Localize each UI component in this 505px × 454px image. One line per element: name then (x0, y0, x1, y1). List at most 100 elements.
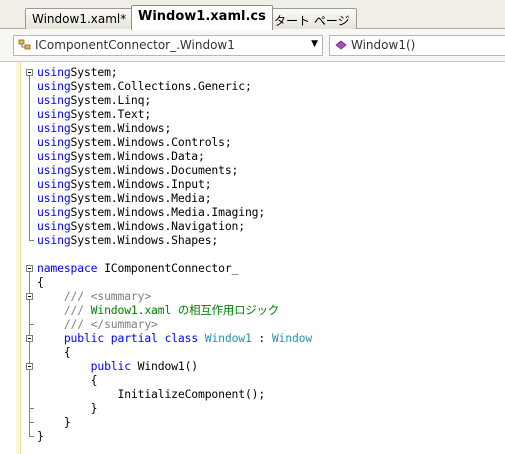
member-combo-value: Window1() (351, 38, 416, 52)
code-token: partial (110, 331, 158, 345)
code-token: System.Linq; (70, 93, 152, 107)
code-line[interactable]: { (37, 345, 71, 359)
code-token: public (37, 331, 105, 345)
collapse-icon[interactable] (26, 293, 33, 300)
code-line[interactable]: usingSystem.Windows.Shapes; (37, 233, 218, 247)
code-line[interactable]: } (37, 401, 98, 415)
code-line[interactable]: namespace IComponentConnector_ (37, 261, 238, 275)
code-line[interactable]: usingSystem.Windows.Media.Imaging; (37, 205, 265, 219)
change-tracking-margin (16, 62, 21, 454)
code-token: } (37, 429, 44, 443)
code-token: using (37, 219, 71, 233)
outline-end (29, 408, 34, 409)
code-token: System.Windows.Media; (70, 191, 212, 205)
code-token: } (37, 401, 98, 415)
code-token: System.Text; (70, 107, 152, 121)
tab-window1-xaml[interactable]: Window1.xaml* (25, 8, 134, 29)
document-tab-bar: Window1.xaml* Window1.xaml.cs スタート ページ (0, 0, 505, 30)
code-token: InitializeComponent(); (37, 387, 266, 401)
code-token: using (37, 177, 71, 191)
code-token: using (37, 205, 71, 219)
tab-label: Window1.xaml* (32, 12, 127, 26)
code-token: Window1.xaml の相互作用ロジック (83, 303, 280, 317)
outline-line (29, 76, 30, 241)
code-token: /// (37, 303, 84, 317)
code-token: using (37, 191, 71, 205)
code-line[interactable]: InitializeComponent(); (37, 387, 265, 401)
member-combo[interactable]: Window1() (329, 35, 505, 56)
tab-label: スタート ページ (262, 14, 350, 28)
code-token: IComponentConnector_ (97, 261, 239, 275)
code-token: namespace (37, 261, 98, 275)
code-token: using (37, 107, 71, 121)
code-token: System.Windows.Data; (70, 149, 205, 163)
code-token: System.Collections.Generic; (70, 79, 252, 93)
code-token: /// <summary> (37, 289, 152, 303)
navigation-bar: IComponentConnector_.Window1 ▼ Window1() (0, 29, 505, 62)
collapse-icon[interactable] (26, 69, 33, 76)
code-line[interactable]: usingSystem.Windows.Documents; (37, 163, 238, 177)
tab-label: Window1.xaml.cs (138, 9, 266, 24)
collapse-icon[interactable] (26, 335, 33, 342)
collapse-icon[interactable] (26, 265, 33, 272)
code-token: Window1() (130, 359, 199, 373)
code-line[interactable]: public partial class Window1 : Window (37, 331, 312, 345)
code-token: { (37, 345, 71, 359)
code-token: Window (271, 331, 313, 345)
outline-end (29, 422, 34, 423)
code-line[interactable]: usingSystem.Collections.Generic; (37, 79, 252, 93)
code-token: using (37, 163, 71, 177)
code-token: System.Windows.Media.Imaging; (70, 205, 266, 219)
class-combo[interactable]: IComponentConnector_.Window1 ▼ (13, 35, 323, 56)
code-token: /// </summary> (37, 317, 158, 331)
code-line[interactable]: usingSystem.Windows; (37, 121, 171, 135)
code-line[interactable]: usingSystem.Linq; (37, 93, 151, 107)
code-token: using (37, 233, 71, 247)
code-line[interactable]: public Window1() (37, 359, 198, 373)
code-token: using (37, 135, 71, 149)
code-token: using (37, 121, 71, 135)
code-line[interactable]: /// <summary> (37, 289, 151, 303)
code-line[interactable]: usingSystem; (37, 65, 118, 79)
code-editor[interactable]: usingSystem; usingSystem.Collections.Gene… (0, 62, 505, 454)
code-token: using (37, 65, 71, 79)
code-token: Window1 (204, 331, 252, 345)
class-combo-value: IComponentConnector_.Window1 (35, 38, 235, 52)
code-line[interactable]: { (37, 373, 98, 387)
code-line[interactable]: usingSystem.Windows.Controls; (37, 135, 232, 149)
chevron-down-icon[interactable]: ▼ (311, 39, 318, 49)
code-line[interactable]: usingSystem.Windows.Navigation; (37, 219, 245, 233)
code-line[interactable]: usingSystem.Windows.Input; (37, 177, 212, 191)
method-icon (335, 40, 347, 50)
outline-end (29, 436, 34, 437)
code-token: System.Windows.Input; (70, 177, 212, 191)
code-line[interactable]: } (37, 415, 71, 429)
code-token: } (37, 415, 71, 429)
code-token: { (37, 275, 44, 289)
tab-window1-xaml-cs[interactable]: Window1.xaml.cs (131, 5, 273, 30)
code-token: public (37, 359, 131, 373)
code-line[interactable]: /// </summary> (37, 317, 158, 331)
code-line[interactable]: } (37, 429, 44, 443)
code-token: using (37, 79, 71, 93)
class-icon (18, 39, 31, 50)
outline-end (29, 324, 34, 325)
collapse-icon[interactable] (26, 363, 33, 370)
code-token: : (251, 331, 272, 345)
code-token: { (37, 373, 98, 387)
code-line[interactable]: /// Window1.xaml の相互作用ロジック (37, 303, 279, 317)
code-token: class (164, 331, 199, 345)
code-token: System.Windows.Shapes; (70, 233, 219, 247)
code-token: using (37, 93, 71, 107)
code-token: System.Windows.Documents; (70, 163, 239, 177)
code-line[interactable]: usingSystem.Windows.Media; (37, 191, 212, 205)
code-line[interactable]: usingSystem.Windows.Data; (37, 149, 205, 163)
code-token: System.Windows.Controls; (70, 135, 232, 149)
code-line[interactable]: { (37, 275, 44, 289)
code-line[interactable]: usingSystem.Text; (37, 107, 151, 121)
code-token: using (37, 149, 71, 163)
code-token: System.Windows.Navigation; (70, 219, 246, 233)
code-token: System; (70, 65, 118, 79)
outline-end (29, 240, 34, 241)
